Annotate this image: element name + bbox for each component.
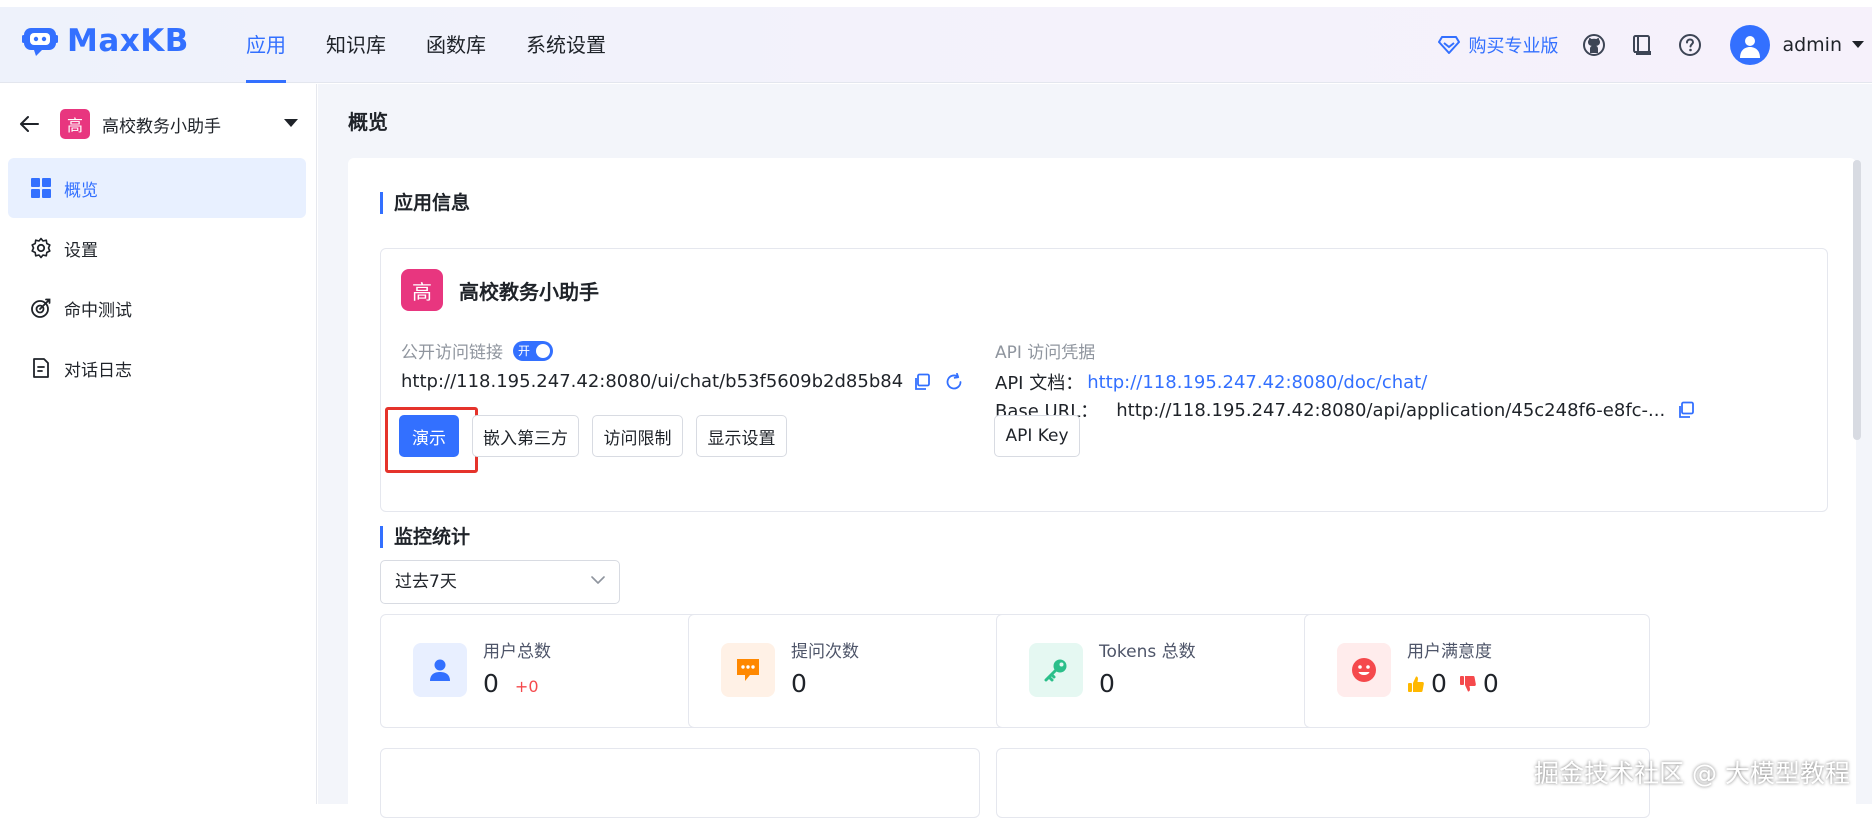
key-icon [1029, 643, 1083, 697]
brand-name: MaxKB [67, 23, 189, 59]
sidebar-item-hit-test[interactable]: 命中测试 [8, 278, 306, 338]
sidebar-item-label: 对话日志 [64, 360, 132, 381]
stat-label: Tokens 总数 [1099, 642, 1196, 662]
chart-panel-left [380, 748, 980, 818]
stat-value: 0 [1099, 669, 1115, 698]
api-credentials-label: API 访问凭据 [995, 343, 1096, 363]
sidebar-menu: 概览 设置 命中测试 对话日志 [8, 158, 306, 398]
back-arrow-icon[interactable] [18, 114, 40, 134]
nav-item-knowledge[interactable]: 知识库 [326, 7, 386, 83]
base-url-row: Base URL： http://118.195.247.42:8080/api… [995, 397, 1695, 423]
user-avatar[interactable] [1730, 25, 1771, 65]
api-doc-row: API 文档： http://118.195.247.42:8080/doc/c… [995, 369, 1427, 395]
public-link-label: 公开访问链接 [401, 343, 503, 363]
stat-value: 0 0 [1407, 669, 1511, 698]
public-url-row: http://118.195.247.42:8080/ui/chat/b53f5… [401, 371, 963, 392]
github-icon[interactable] [1582, 33, 1606, 57]
nav-item-functions[interactable]: 函数库 [426, 7, 486, 83]
robot-logo-icon [22, 25, 58, 57]
app-identity: 高 高校教务小助手 [401, 269, 599, 311]
stat-card-users: 用户总数 0 +0 [380, 614, 726, 728]
buy-pro-label: 购买专业版 [1468, 36, 1559, 57]
app-name-large: 高校教务小助手 [459, 279, 599, 304]
sidebar: 高 高校教务小助手 概览 设置 命中测试 对话日志 [0, 84, 317, 804]
likes-value: 0 [1431, 669, 1447, 698]
top-header: MaxKB 应用 知识库 函数库 系统设置 购买专业版 admin [0, 7, 1872, 83]
base-url-value: http://118.195.247.42:8080/api/applicati… [1116, 399, 1666, 421]
smiley-icon [1337, 643, 1391, 697]
app-avatar: 高 [60, 109, 90, 139]
time-range-value: 过去7天 [395, 572, 457, 592]
page-title: 概览 [348, 110, 388, 134]
display-settings-button[interactable]: 显示设置 [696, 415, 787, 457]
embed-third-party-button[interactable]: 嵌入第三方 [472, 415, 579, 457]
sidebar-item-label: 设置 [64, 240, 98, 261]
stat-label: 用户满意度 [1407, 642, 1492, 662]
username[interactable]: admin [1782, 34, 1842, 56]
caret-down-icon[interactable] [1852, 41, 1864, 49]
help-icon[interactable] [1678, 33, 1702, 57]
overview-card: 应用信息 高 高校教务小助手 公开访问链接 开 http://118.195.2… [348, 158, 1856, 818]
stat-card-questions: 提问次数 0 [688, 614, 1034, 728]
stat-value: 0 [791, 669, 807, 698]
stat-number: 0 [791, 669, 807, 698]
document-icon [30, 357, 64, 379]
dislikes-count: 0 [1459, 669, 1499, 698]
time-range-select[interactable]: 过去7天 [380, 560, 620, 604]
sidebar-item-label: 概览 [64, 180, 98, 201]
buy-pro-button[interactable]: 购买专业版 [1438, 32, 1558, 58]
sidebar-item-overview[interactable]: 概览 [8, 158, 306, 218]
watermark-text: 掘金技术社区 @ 大模型教程 [1534, 759, 1850, 788]
stat-label: 提问次数 [791, 642, 859, 662]
api-doc-label: API 文档： [995, 373, 1084, 394]
copy-icon[interactable] [1677, 401, 1695, 419]
api-key-button[interactable]: API Key [994, 415, 1080, 457]
grid-icon [30, 177, 64, 199]
thumbs-up-icon [1407, 675, 1431, 693]
dislikes-value: 0 [1482, 669, 1499, 698]
book-icon[interactable] [1630, 33, 1654, 57]
app-switch-caret-icon[interactable] [284, 118, 298, 128]
public-link-toggle[interactable]: 开 [513, 340, 553, 361]
access-limit-button[interactable]: 访问限制 [592, 415, 683, 457]
app-info-box: 高 高校教务小助手 公开访问链接 开 http://118.195.247.42… [380, 248, 1828, 512]
copy-icon[interactable] [913, 373, 931, 391]
main-nav: 应用 知识库 函数库 系统设置 [246, 7, 646, 83]
stat-number: 0 [483, 669, 499, 698]
api-doc-link[interactable]: http://118.195.247.42:8080/doc/chat/ [1087, 372, 1427, 393]
sidebar-item-settings[interactable]: 设置 [8, 218, 306, 278]
nav-item-apps[interactable]: 应用 [246, 7, 286, 83]
stat-label: 用户总数 [483, 642, 551, 662]
vertical-scrollbar[interactable] [1853, 160, 1861, 440]
sidebar-item-chat-logs[interactable]: 对话日志 [8, 338, 306, 398]
public-url: http://118.195.247.42:8080/ui/chat/b53f5… [401, 371, 904, 392]
public-link-label-row: 公开访问链接 开 [401, 338, 553, 363]
gear-icon [30, 237, 64, 259]
stat-value: 0 +0 [483, 669, 539, 698]
stat-number: 0 [1099, 669, 1115, 698]
diamond-icon [1438, 35, 1468, 55]
nav-item-system-settings[interactable]: 系统设置 [526, 7, 606, 83]
user-icon [413, 643, 467, 697]
thumbs-down-icon [1459, 675, 1483, 693]
app-info-section-title: 应用信息 [380, 192, 470, 214]
chat-bubble-icon [721, 643, 775, 697]
header-actions: 购买专业版 admin [1438, 7, 1872, 83]
stat-delta: +0 [514, 677, 539, 696]
app-avatar-large: 高 [401, 269, 443, 311]
monitor-section-title: 监控统计 [380, 526, 470, 548]
app-switcher: 高 高校教务小助手 [18, 104, 298, 144]
refresh-icon[interactable] [945, 372, 963, 391]
target-icon [30, 297, 64, 319]
app-name: 高校教务小助手 [102, 116, 221, 137]
highlight-annotation [385, 407, 478, 473]
main-content: 概览 应用信息 高 高校教务小助手 公开访问链接 开 http://118.19… [318, 84, 1872, 818]
stat-card-tokens: Tokens 总数 0 [996, 614, 1342, 728]
sidebar-item-label: 命中测试 [64, 300, 132, 321]
likes-count: 0 [1407, 669, 1447, 698]
logo[interactable]: MaxKB [22, 23, 189, 59]
stat-card-satisfaction: 用户满意度 0 0 [1304, 614, 1650, 728]
